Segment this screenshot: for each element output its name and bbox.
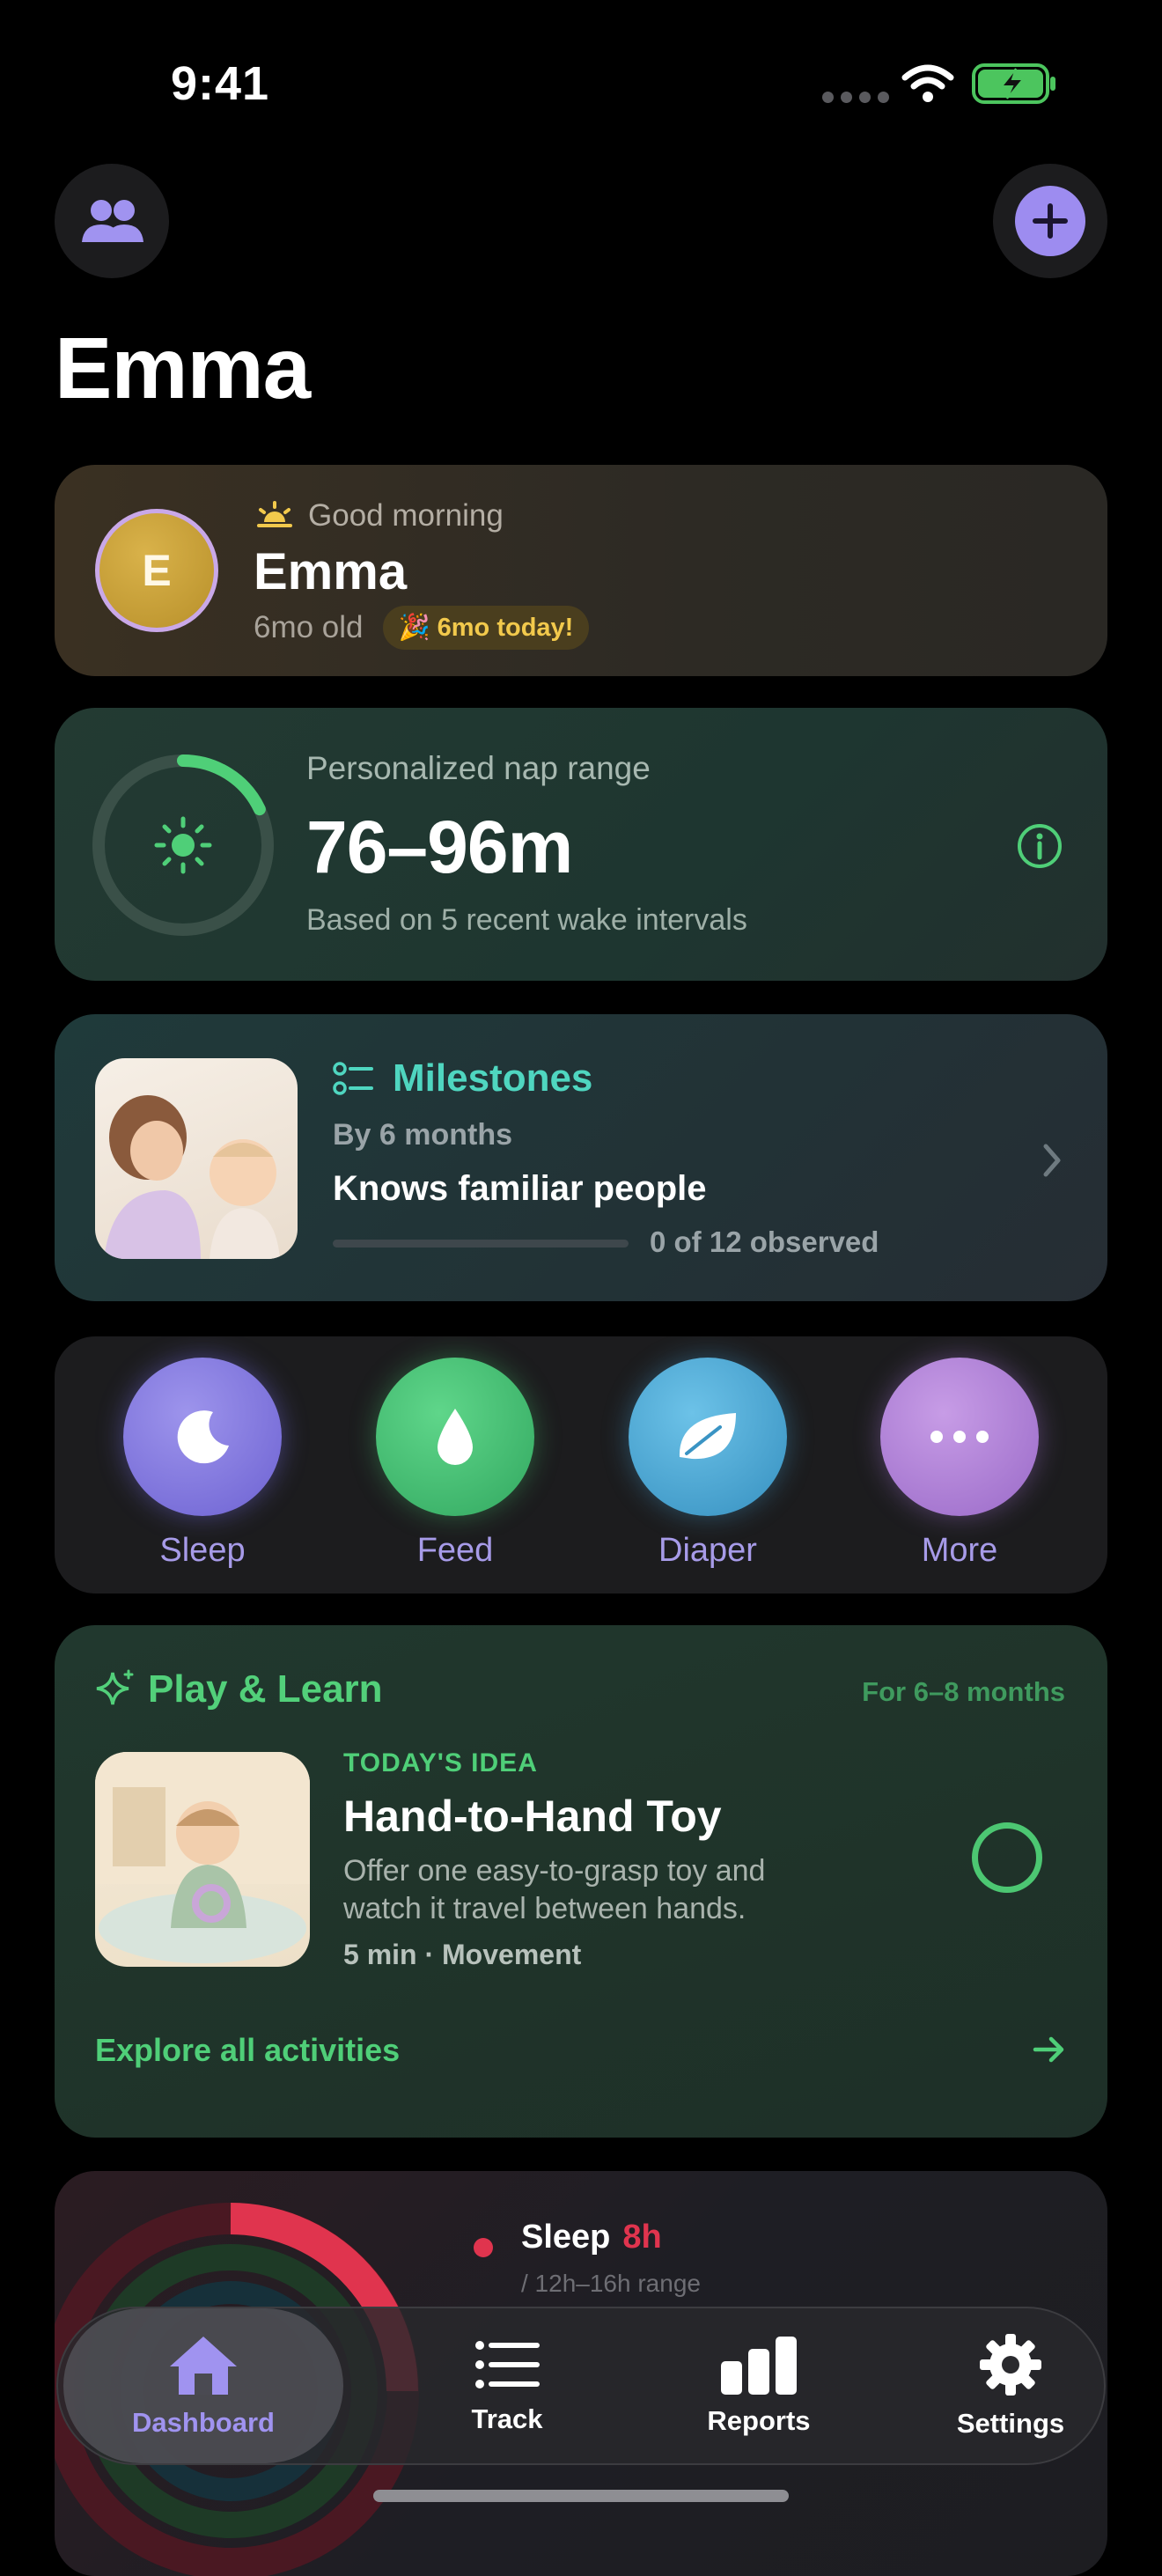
milestone-name: Knows familiar people <box>333 1169 707 1208</box>
party-popper-icon: 🎉 <box>398 614 430 642</box>
sleep-action-button[interactable]: Sleep <box>123 1358 282 1570</box>
avatar: E <box>95 509 218 632</box>
milestones-title: Milestones <box>393 1056 593 1100</box>
arrow-right-icon[interactable] <box>1032 2034 1067 2065</box>
milestone-progress-bar <box>333 1240 629 1248</box>
tab-settings-label: Settings <box>956 2408 1065 2439</box>
checklist-icon <box>333 1062 373 1095</box>
tab-track[interactable]: Track <box>375 2308 639 2463</box>
summary-sleep-label: Sleep <box>521 2219 611 2256</box>
nap-ring <box>92 754 274 936</box>
tab-reports[interactable]: Reports <box>627 2308 891 2463</box>
bar-chart-icon <box>721 2337 797 2395</box>
play-and-learn-card[interactable]: Play & Learn For 6–8 months TODAY'S IDEA… <box>55 1625 1107 2138</box>
age-badge: 🎉 6mo today! <box>382 606 590 650</box>
greeting-salutation: Good morning <box>308 498 504 533</box>
milestones-card[interactable]: Milestones By 6 months Knows familiar pe… <box>55 1014 1107 1301</box>
sleep-action-label: Sleep <box>159 1532 246 1569</box>
page-title: Emma <box>55 320 311 416</box>
moon-icon <box>177 1410 229 1464</box>
list-icon <box>475 2341 540 2388</box>
age-badge-label: 6mo today! <box>437 613 574 642</box>
quick-actions: Sleep Feed Diaper More <box>55 1336 1107 1593</box>
battery-charging-icon <box>972 63 1055 104</box>
switch-profile-button[interactable] <box>55 164 169 278</box>
signal-dots-icon <box>822 92 894 104</box>
summary-sleep-value: 8h <box>622 2219 662 2256</box>
sparkle-icon <box>96 1669 134 1705</box>
nap-subtitle: Based on 5 recent wake intervals <box>306 903 747 937</box>
sun-icon <box>154 816 212 874</box>
diaper-action-button[interactable]: Diaper <box>629 1358 787 1570</box>
milestone-observed-count: 0 of 12 observed <box>650 1225 879 1258</box>
feed-action-button[interactable]: Feed <box>376 1358 534 1570</box>
add-button[interactable] <box>993 164 1107 278</box>
todays-idea-tag: TODAY'S IDEA <box>343 1748 538 1777</box>
chevron-right-icon <box>1043 1144 1061 1177</box>
milestone-illustration <box>95 1058 298 1259</box>
activity-complete-checkbox[interactable] <box>972 1822 1042 1893</box>
status-time: 9:41 <box>171 57 270 110</box>
gear-icon <box>980 2334 1041 2396</box>
sleep-dot <box>474 2238 493 2257</box>
wifi-icon <box>901 64 954 102</box>
more-action-button[interactable]: More <box>880 1358 1039 1570</box>
play-title: Play & Learn <box>148 1667 383 1711</box>
tab-dashboard[interactable]: Dashboard <box>63 2308 343 2463</box>
summary-sleep-range: / 12h–16h range <box>521 2270 701 2297</box>
more-action-label: More <box>921 1532 998 1569</box>
nap-range-card[interactable]: Personalized nap range 76–96m Based on 5… <box>55 708 1107 981</box>
diaper-action-label: Diaper <box>658 1532 757 1569</box>
nap-value: 76–96m <box>306 806 573 888</box>
activity-illustration <box>95 1752 310 1967</box>
plus-icon <box>1033 203 1068 239</box>
sunrise-icon <box>257 501 292 527</box>
home-indicator <box>373 2490 789 2502</box>
tab-reports-label: Reports <box>707 2405 811 2436</box>
explore-activities-link[interactable]: Explore all activities <box>95 2032 400 2069</box>
info-icon[interactable] <box>1016 822 1063 870</box>
activity-meta: 5 min · Movement <box>343 1939 582 1970</box>
activity-name: Hand-to-Hand Toy <box>343 1792 722 1841</box>
tab-track-label: Track <box>471 2403 543 2434</box>
nap-label: Personalized nap range <box>306 750 651 786</box>
milestone-age: By 6 months <box>333 1118 513 1152</box>
tab-dashboard-label: Dashboard <box>132 2407 275 2438</box>
activity-description: Offer one easy-to-grasp toy and watch it… <box>343 1854 766 1925</box>
child-name: Emma <box>254 543 408 600</box>
greeting-card[interactable]: E Good morning Emma 6mo old 🎉 6mo today! <box>55 465 1107 676</box>
feed-action-label: Feed <box>416 1532 494 1569</box>
people-icon <box>82 200 143 242</box>
play-age-range: For 6–8 months <box>862 1676 1065 1707</box>
tab-settings[interactable]: Settings <box>879 2308 1143 2463</box>
ellipsis-icon <box>930 1431 989 1443</box>
home-icon <box>170 2337 237 2395</box>
child-age: 6mo old <box>254 610 364 644</box>
droplet-icon <box>438 1409 473 1465</box>
leaf-icon <box>679 1413 736 1460</box>
tab-bar: Dashboard Track Reports Settings <box>56 2307 1106 2465</box>
